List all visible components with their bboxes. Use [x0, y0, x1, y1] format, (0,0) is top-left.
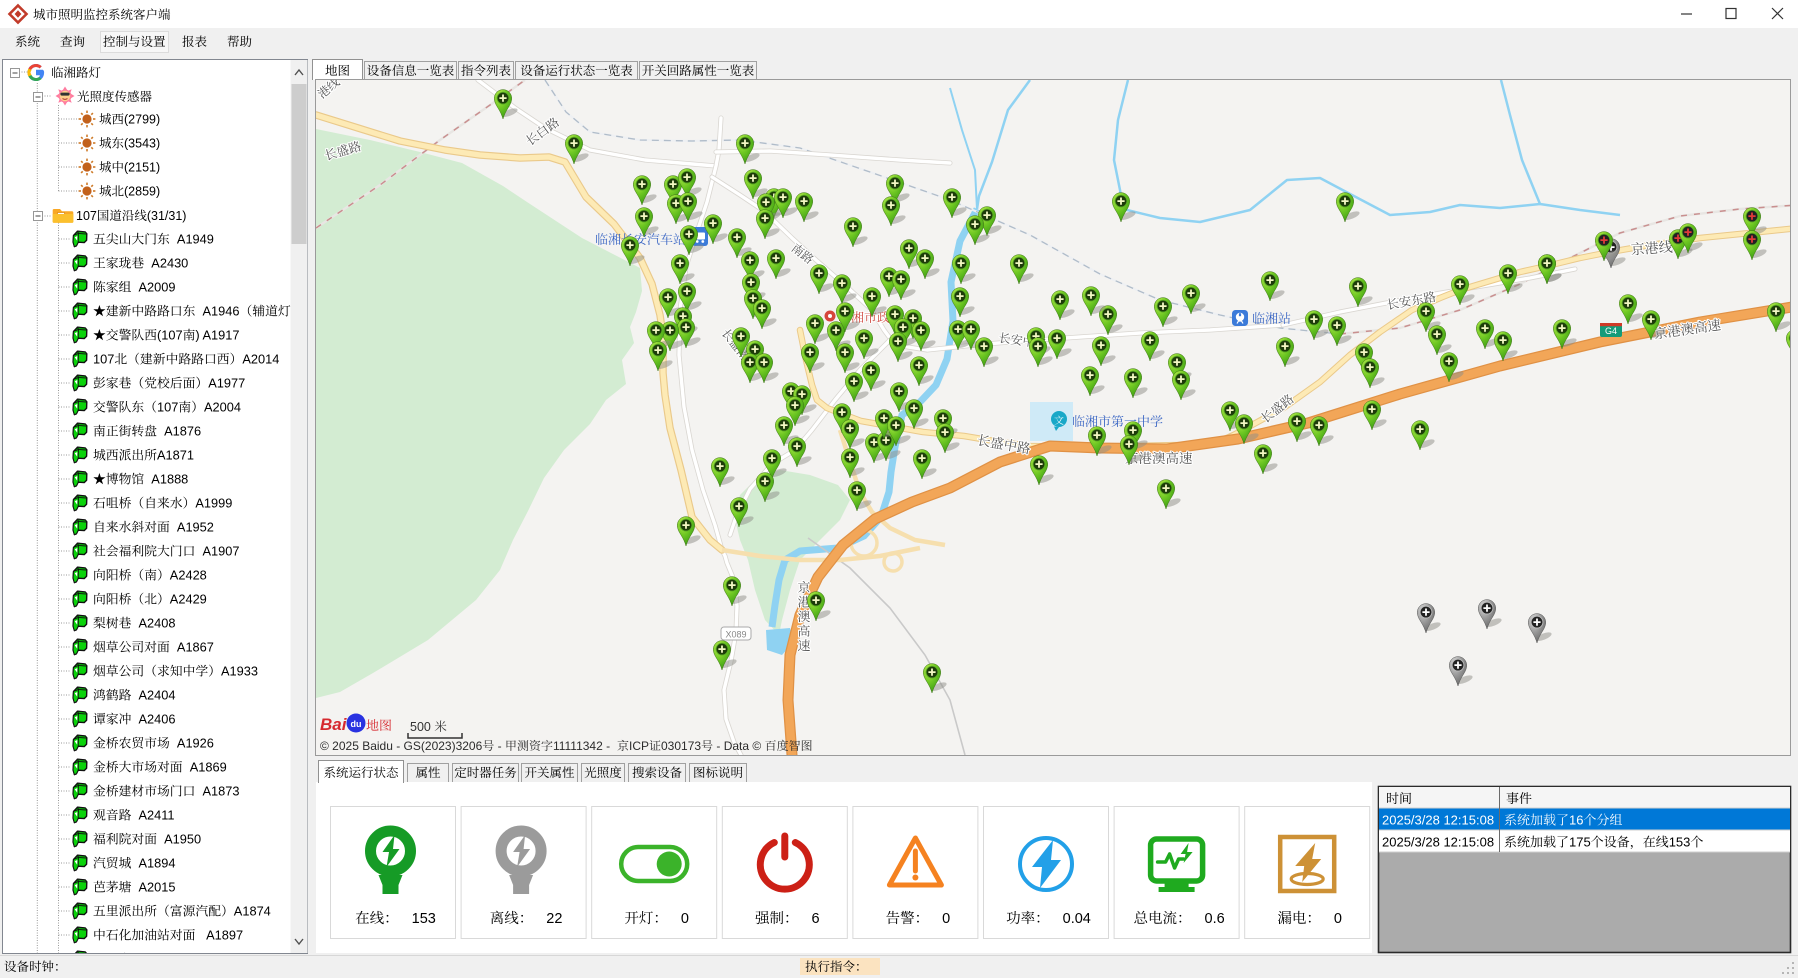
svg-text:A2009: A2009	[139, 280, 176, 295]
svg-text:175: 175	[1569, 835, 1591, 850]
svg-text:) A1917: ) A1917	[195, 328, 239, 343]
svg-text:A1897: A1897	[206, 928, 243, 943]
svg-text:(107: (107	[157, 328, 183, 343]
svg-text:A1977: A1977	[208, 376, 245, 391]
svg-text:A1926: A1926	[177, 736, 214, 751]
svg-text:6: 6	[812, 911, 820, 927]
svg-text:A2406: A2406	[139, 712, 176, 727]
svg-text:(2151): (2151)	[124, 161, 160, 175]
svg-text:A2404: A2404	[139, 688, 176, 703]
svg-text:A1874: A1874	[234, 904, 271, 919]
svg-text:A2004: A2004	[204, 400, 241, 415]
svg-text:A1888: A1888	[151, 472, 188, 487]
svg-text:ICP: ICP	[629, 739, 649, 753]
svg-text:22: 22	[546, 911, 562, 927]
svg-text:A1869: A1869	[190, 760, 227, 775]
svg-text:107: 107	[93, 352, 114, 367]
svg-text:0.04: 0.04	[1063, 911, 1091, 927]
svg-text:A2014: A2014	[242, 352, 279, 367]
svg-text:2025/3/28 12:15:08: 2025/3/28 12:15:08	[1382, 813, 1494, 828]
svg-text:16: 16	[1569, 813, 1583, 828]
svg-text:A1946: A1946	[203, 304, 240, 319]
svg-text:A1999: A1999	[195, 496, 232, 511]
svg-text:(2859): (2859)	[124, 185, 160, 199]
svg-text:A2408: A2408	[139, 616, 176, 631]
svg-text:2025/3/28 12:15:08: 2025/3/28 12:15:08	[1382, 835, 1494, 850]
svg-text:(3543): (3543)	[124, 137, 160, 151]
svg-text:0: 0	[942, 911, 950, 927]
svg-text:A1871: A1871	[157, 448, 194, 463]
svg-text:© 2025 Baidu - GS(2023)3206: © 2025 Baidu - GS(2023)3206	[320, 739, 483, 753]
svg-text:A1907: A1907	[203, 544, 240, 559]
svg-text:A2411: A2411	[139, 808, 175, 823]
svg-text:A2429: A2429	[170, 592, 207, 607]
svg-text:0: 0	[1334, 911, 1342, 927]
svg-text:(2799): (2799)	[124, 113, 160, 127]
svg-text:500: 500	[410, 720, 431, 734]
svg-text:A1894: A1894	[139, 856, 176, 871]
svg-text:G4: G4	[1605, 326, 1617, 336]
svg-text:A1949: A1949	[177, 232, 214, 247]
svg-text:A2015: A2015	[139, 880, 176, 895]
svg-text:A1952: A1952	[177, 520, 214, 535]
svg-text:A1950: A1950	[164, 832, 201, 847]
svg-text:-: -	[498, 739, 502, 753]
svg-text:A1867: A1867	[177, 640, 214, 655]
svg-text:(31/31): (31/31)	[147, 209, 187, 223]
svg-text:Bai: Bai	[320, 715, 348, 734]
svg-text:A2428: A2428	[170, 568, 207, 583]
svg-text:107: 107	[76, 209, 97, 223]
svg-text:11111342 -: 11111342 -	[553, 739, 610, 753]
svg-text:0.6: 0.6	[1205, 911, 1225, 927]
svg-text:du: du	[351, 719, 362, 729]
svg-text:A2430: A2430	[151, 256, 188, 271]
svg-text:- Data ©: - Data ©	[716, 739, 761, 753]
svg-text:A1876: A1876	[164, 424, 201, 439]
svg-text:0: 0	[681, 911, 689, 927]
svg-text:A1873: A1873	[203, 784, 240, 799]
svg-text:153: 153	[412, 911, 436, 927]
svg-text:107: 107	[157, 400, 178, 415]
svg-text:X089: X089	[725, 630, 746, 640]
svg-text:030173: 030173	[661, 739, 701, 753]
svg-text:A1933: A1933	[221, 664, 258, 679]
svg-text:153: 153	[1669, 835, 1691, 850]
